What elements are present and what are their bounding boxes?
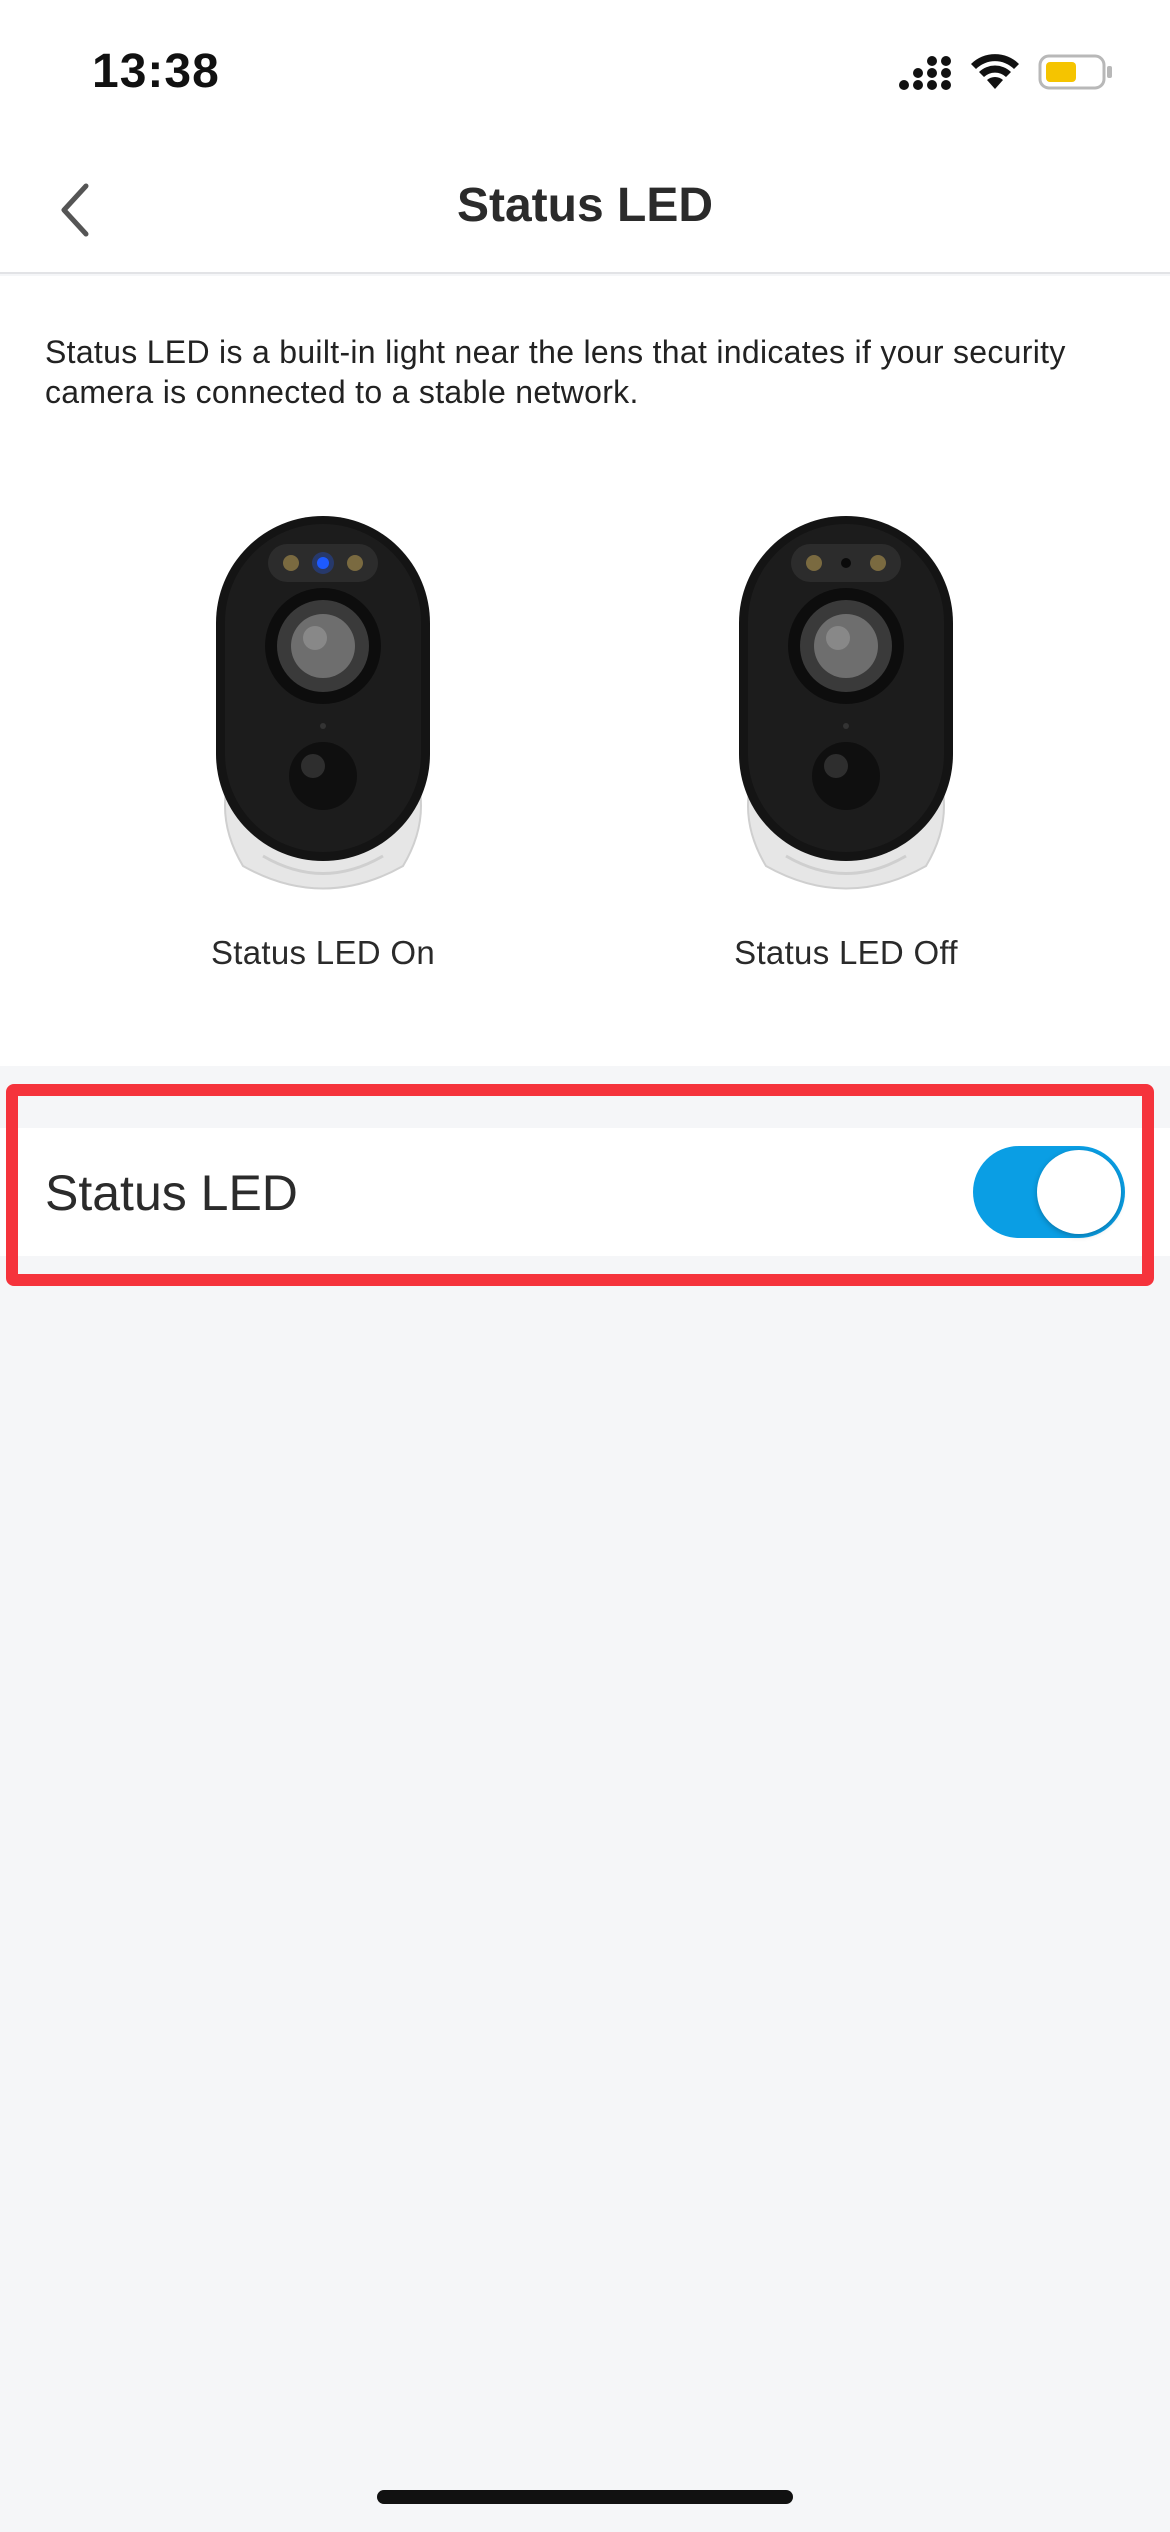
camera-led-on-caption: Status LED On bbox=[210, 934, 435, 971]
camera-led-on: Status LED On bbox=[143, 516, 503, 972]
led-info-panel: Status LED is a built-in light near the … bbox=[0, 276, 1170, 1066]
camera-led-off-caption: Status LED Off bbox=[734, 934, 958, 971]
status-led-toggle[interactable] bbox=[973, 1146, 1125, 1238]
wifi-icon bbox=[971, 54, 1019, 89]
status-led-label: Status LED bbox=[45, 1165, 298, 1221]
navigation-bar: Status LED bbox=[0, 150, 1170, 274]
status-led-setting-row: Status LED bbox=[0, 1128, 1170, 1256]
battery-icon bbox=[1038, 54, 1112, 90]
camera-led-on-illustration bbox=[216, 516, 430, 890]
toggle-knob bbox=[1037, 1150, 1121, 1234]
status-led-screen: 13:38 Status LED Status LED is a built-i… bbox=[0, 0, 1170, 2532]
status-icons bbox=[898, 52, 1114, 92]
status-time: 13:38 bbox=[92, 45, 220, 98]
led-description: Status LED is a built-in light near the … bbox=[45, 334, 1066, 410]
home-indicator[interactable] bbox=[377, 2490, 793, 2504]
status-bar: 13:38 bbox=[0, 0, 1170, 150]
camera-led-off: Status LED Off bbox=[666, 516, 1026, 972]
camera-led-off-illustration bbox=[739, 516, 953, 890]
page-title: Status LED bbox=[456, 179, 714, 232]
cellular-signal-icon bbox=[899, 56, 951, 90]
